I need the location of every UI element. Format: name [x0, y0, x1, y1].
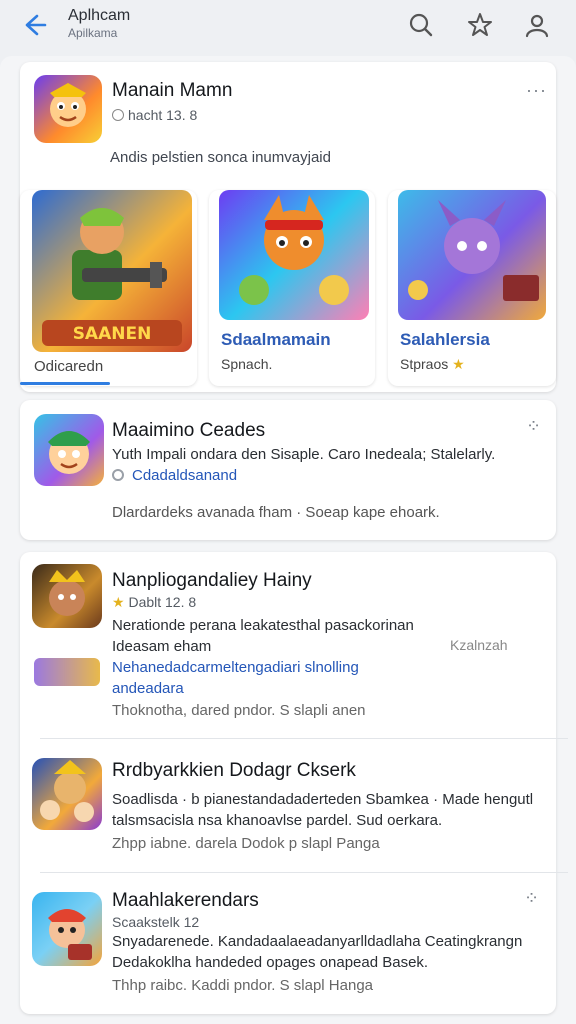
list-item-1-meta-text: Dablt 12. 8 — [128, 594, 197, 610]
back-arrow-icon[interactable] — [18, 9, 50, 41]
tile-1[interactable]: SAANEN Odicaredn — [20, 190, 197, 386]
list-divider-2 — [40, 872, 568, 873]
top-app-bar: Aplhcam Apilkama — [0, 0, 576, 58]
tile-3[interactable]: Salahlersia Stpraos ★ — [388, 190, 556, 386]
account-icon[interactable] — [522, 10, 552, 40]
list-item-1-line2: Ideasam eham — [112, 638, 212, 655]
app-card-2-line2: Cdadaldsanand — [112, 466, 237, 485]
app-card-2-line3: Dlardardeks avanada fham · Soeap kape eh… — [112, 504, 440, 521]
tile-2[interactable]: Sdaalmamain Spnach. — [209, 190, 375, 386]
list-item-2-footer: Zhpp iabne. darela Dodok p slapl Panga — [112, 835, 380, 852]
drag-handle-icon[interactable]: ⁘ — [526, 416, 542, 437]
list-item-3-line2: Dedakoklha handeded opages onapead Basek… — [112, 954, 429, 971]
tile-3-sub: Stpraos ★ — [400, 356, 465, 373]
list-item-1-aside: Kzalnzah — [450, 637, 508, 653]
list-item-3-line1: Snyadarenede. Kandadaalaeadanyarlldadlah… — [112, 933, 523, 950]
app-card-2-title: Maaimino Ceades — [112, 420, 266, 441]
app-card-2-icon[interactable] — [34, 414, 104, 486]
more-options-icon[interactable]: ··· — [526, 80, 547, 101]
thumbs-up-icon: ★ — [452, 356, 465, 372]
info-circle-icon — [112, 469, 124, 481]
list-item-1-badge — [34, 658, 100, 686]
list-item-2-line2: talsmsacisla nsa khanoavlse pardel. Sud … — [112, 812, 443, 829]
list-item-1-line1: Nerationde perana leakatesthal pasackori… — [112, 617, 414, 634]
list-item-3-title: Maahlakerendars — [112, 890, 259, 911]
svg-text:SAANEN: SAANEN — [73, 324, 152, 344]
drag-handle-icon-2[interactable]: ⁘ — [524, 888, 540, 909]
favorite-star-icon[interactable] — [465, 10, 495, 40]
tile-3-label: Salahlersia — [400, 330, 490, 349]
star-icon: ★ — [112, 594, 125, 610]
list-item-2-line1: Soadlisda · b pianestandadaderteden Sbam… — [112, 791, 534, 808]
list-item-2-icon[interactable] — [32, 758, 102, 830]
list-item-3-meta: Scaakstelk 12 — [112, 914, 200, 930]
app-list-card: Nanpliogandaliey Hainy ★ Dablt 12. 8 Ner… — [20, 552, 568, 1014]
list-item-1-icon[interactable] — [32, 564, 102, 628]
list-item-2-title: Rrdbyarkkien Dodagr Ckserk — [112, 760, 356, 781]
app-card-2-link[interactable]: Cdadaldsanand — [132, 467, 237, 484]
list-item-1-link[interactable]: Nehanedadcarmeltengadiari slnolling — [112, 658, 359, 677]
tile-1-active-indicator — [20, 382, 110, 385]
app-title: Aplhcam — [68, 7, 131, 24]
tile-3-thumbnail — [398, 190, 546, 320]
list-item-3-footer: Thhp raibc. Kaddi pndor. S slapl Hanga — [112, 977, 373, 994]
featured-meta-text: hacht 13. 8 — [128, 107, 198, 123]
featured-app-icon[interactable] — [34, 75, 102, 143]
tile-2-sub: Spnach. — [221, 356, 273, 372]
header-title-group: Aplhcam Apilkama — [68, 6, 130, 40]
search-icon[interactable] — [406, 10, 436, 40]
clock-icon — [112, 109, 124, 121]
list-item-3-icon[interactable] — [32, 892, 102, 966]
featured-meta: hacht 13. 8 — [112, 107, 197, 123]
tile-2-thumbnail — [219, 190, 369, 320]
list-item-1-link2[interactable]: andeadara — [112, 679, 184, 698]
featured-title: Manain Mamn — [112, 80, 233, 101]
tile-1-label: Odicaredn — [34, 358, 104, 375]
app-subtitle: Apilkama — [68, 26, 118, 40]
tile-3-sub-text: Stpraos — [400, 356, 449, 372]
app-card-2[interactable]: Maaimino Ceades ⁘ Yuth Impali ondara den… — [20, 400, 556, 540]
list-divider-1 — [40, 738, 568, 739]
list-item-1-meta: ★ Dablt 12. 8 — [112, 594, 196, 611]
tile-2-label: Sdaalmamain — [221, 330, 331, 349]
list-item-1-footer: Thoknotha, dared pndor. S slapli anen — [112, 702, 366, 719]
list-item-1-title: Nanpliogandaliey Hainy — [112, 570, 312, 591]
app-card-2-line1: Yuth Impali ondara den Sisaple. Caro Ine… — [112, 446, 496, 463]
tile-1-thumbnail: SAANEN — [32, 190, 192, 352]
featured-description: Andis pelstien sonca inumvayjaid — [110, 149, 331, 166]
